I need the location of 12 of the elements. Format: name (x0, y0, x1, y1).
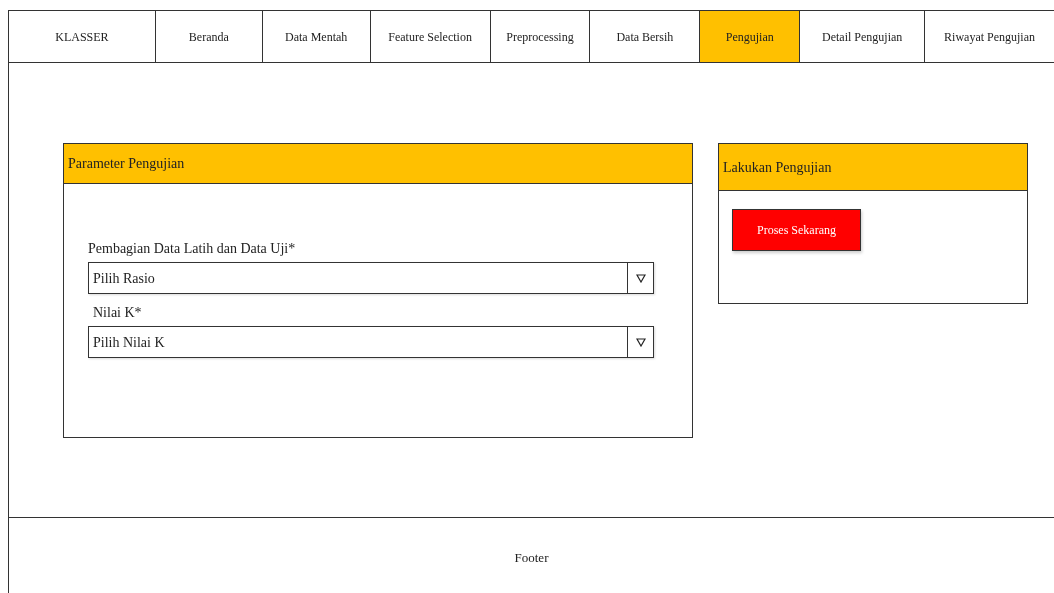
nav-tab[interactable]: Pengujian (700, 11, 801, 62)
brand-title: KLASSER (9, 11, 156, 62)
process-button[interactable]: Proses Sekarang (732, 209, 861, 251)
select-field[interactable]: Pilih Nilai K (88, 326, 654, 358)
footer-text: Footer (514, 549, 549, 568)
field-label: Pembagian Data Latih dan Data Uji* (88, 240, 297, 258)
caret-icon (635, 273, 646, 283)
select-field[interactable]: Pilih Rasio (88, 262, 654, 294)
field-label: Nilai K* (92, 304, 143, 322)
caret-icon (635, 337, 646, 347)
panel-header: Parameter Pengujian (64, 144, 692, 184)
panel-header: Lakukan Pengujian (719, 144, 1027, 191)
